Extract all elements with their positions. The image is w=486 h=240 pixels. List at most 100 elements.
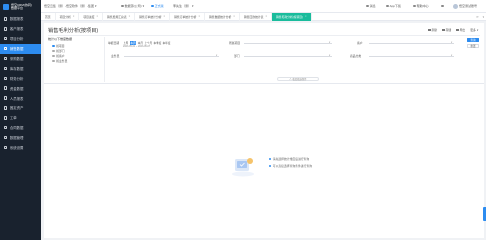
company-selector[interactable]: 悟空云集（测）-悟空软件（测）-集团 ▾: [44, 4, 97, 8]
sidebar-item-6[interactable]: 财务分析: [0, 73, 41, 83]
sidebar-item-0[interactable]: 数据报表: [0, 14, 41, 24]
bell-icon: [441, 4, 444, 8]
tab-0[interactable]: 首页: [41, 12, 56, 21]
top-bar: 悟空云集（测）-悟空软件（测）-集团 ▾ 数据源(公司) ▾ 正式版 李先生（测…: [41, 0, 486, 13]
sidebar-item-label: 财务分析: [9, 76, 24, 81]
sidebar-item-label: 资金数据: [9, 86, 24, 91]
refresh-tab-icon[interactable]: ⟳: [476, 15, 478, 19]
dimension-label: 按业务员: [56, 58, 68, 63]
user-menu[interactable]: 悟空测试账号: [453, 3, 477, 9]
sidebar-item-4[interactable]: 采购数据: [0, 54, 41, 64]
more-button[interactable]: 更多 ▾: [470, 28, 478, 32]
tab-label: 项目进度: [83, 14, 95, 19]
collapse-filters-button[interactable]: ∧ 收起筛选条件: [277, 77, 319, 81]
chevron-down-icon: ▾: [192, 4, 194, 8]
tab-8[interactable]: 销售毛利分析(按项目) ×: [271, 12, 312, 21]
chevron-down-icon[interactable]: ▾: [483, 15, 484, 19]
close-icon[interactable]: ×: [198, 15, 200, 18]
date-range[interactable]: 2023-05-01 ~ 2023-05-07: [123, 45, 150, 48]
sidebar-item-9[interactable]: 固定资产: [0, 103, 41, 113]
date-label: 单据日期: [108, 41, 120, 45]
tab-label: 销售毛利分析(按项目): [275, 14, 304, 19]
bullet-icon: [269, 157, 272, 161]
tab-6[interactable]: 销售数据统计分析 ×: [205, 12, 240, 21]
sidebar-item-8[interactable]: 人员报表: [0, 93, 41, 103]
sidebar-item-label: 销售数据: [9, 47, 24, 52]
sidebar-item-11[interactable]: 合同数据: [0, 123, 41, 133]
org-select[interactable]: [124, 53, 219, 57]
tab-label: 首页: [45, 14, 51, 19]
asset-icon: [4, 106, 8, 110]
sidebar-item-7[interactable]: 资金数据: [0, 83, 41, 93]
empty-line-2: 可以直接选择查询条件进行查询: [272, 164, 312, 168]
sidebar: 悟空CRM(协同) 数据平台 数据报表客户报表项目分析销售数据采购数据 库存数据财…: [0, 0, 41, 240]
tab-1[interactable]: 项目分析 ×: [56, 12, 80, 21]
close-icon[interactable]: ×: [265, 15, 267, 18]
dept-select[interactable]: [244, 53, 332, 57]
refresh-button[interactable]: 刷新: [428, 28, 437, 32]
tab-3[interactable]: 销售费用汇总表 ×: [103, 12, 136, 21]
close-icon[interactable]: ×: [164, 15, 166, 18]
project-label: 所属项目: [229, 41, 241, 45]
org-label: 业务员: [111, 54, 120, 58]
dimension-label: 按部门: [56, 48, 65, 53]
close-icon[interactable]: ×: [305, 15, 307, 18]
close-icon[interactable]: ×: [73, 15, 75, 18]
app-logo[interactable]: 悟空CRM(协同) 数据平台: [0, 0, 41, 14]
export-button[interactable]: 导出: [456, 28, 465, 32]
sidebar-item-10[interactable]: 工单: [0, 113, 41, 123]
tab-7[interactable]: 销售回款统计表 ×: [240, 12, 272, 21]
period-option[interactable]: 本年度: [163, 41, 171, 45]
close-icon[interactable]: ×: [97, 15, 99, 18]
tab-label: 销售订单统计分析: [174, 14, 197, 19]
manage-icon: [4, 135, 8, 140]
help-link[interactable]: 帮助中心: [413, 4, 429, 8]
tab-2[interactable]: 项目进度 ×: [79, 12, 104, 21]
account-selector[interactable]: 数据源(公司) ▾: [121, 4, 144, 8]
reset-button[interactable]: 重置: [467, 44, 479, 48]
close-icon[interactable]: ×: [129, 15, 131, 18]
query-button[interactable]: 查询: [467, 38, 479, 42]
user-switch[interactable]: 李先生（测） ▾: [173, 4, 194, 8]
app-download-link[interactable]: App下载: [386, 4, 401, 8]
avatar: [453, 3, 458, 9]
chevron-down-icon: ▾: [142, 4, 145, 8]
save-button[interactable]: 存储: [442, 28, 451, 32]
logo-text-2: 数据平台: [11, 6, 24, 10]
more-label: 更多: [470, 28, 476, 32]
sidebar-item-label: 项目分析: [9, 37, 24, 42]
sidebar-item-label: 工单: [9, 116, 17, 121]
sidebar-item-label: 客户报表: [9, 27, 24, 32]
bullet-icon: [269, 164, 272, 168]
radio-icon[interactable]: [52, 49, 55, 53]
radio-icon[interactable]: [52, 59, 55, 63]
action-bar: 刷新 存储 导出 更多 ▾: [428, 28, 478, 32]
sidebar-item-2[interactable]: 项目分析: [0, 34, 41, 44]
customer-select[interactable]: [369, 40, 454, 44]
dimension-option-3[interactable]: 按业务员: [48, 58, 108, 63]
env-badge[interactable]: 正式版: [151, 4, 164, 8]
refresh-icon: [428, 28, 431, 32]
period-option[interactable]: 本季度: [154, 41, 162, 45]
project-select[interactable]: [244, 40, 332, 44]
empty-hint-1: 请先选择统计维度后进行查询: [269, 157, 309, 161]
sidebar-item-label: 合同数据: [9, 126, 24, 131]
notification-button[interactable]: [441, 4, 444, 8]
sidebar-item-5[interactable]: 库存数据: [0, 63, 41, 73]
category-select[interactable]: [369, 53, 454, 57]
dimension-label: 按客户: [56, 53, 65, 58]
mail-link[interactable]: 消息: [366, 4, 376, 8]
sidebar-item-1[interactable]: 客户报表: [0, 24, 41, 34]
radio-icon[interactable]: [52, 44, 55, 48]
tab-4[interactable]: 销售订单统计分析 ×: [135, 12, 171, 21]
sidebar-item-label: 数据管理: [9, 136, 24, 141]
refresh-label: 刷新: [431, 28, 438, 32]
close-icon[interactable]: ×: [233, 15, 235, 18]
sidebar-item-12[interactable]: 数据管理: [0, 133, 41, 143]
account-name: 数据源(公司): [124, 4, 142, 8]
empty-line-1: 请先选择统计维度后进行查询: [272, 157, 310, 161]
tab-5[interactable]: 销售订单统计分析 ×: [170, 12, 205, 21]
radio-icon[interactable]: [52, 54, 55, 58]
sidebar-item-13[interactable]: 系统设置: [0, 143, 41, 153]
sidebar-item-3[interactable]: 销售数据: [0, 43, 41, 54]
